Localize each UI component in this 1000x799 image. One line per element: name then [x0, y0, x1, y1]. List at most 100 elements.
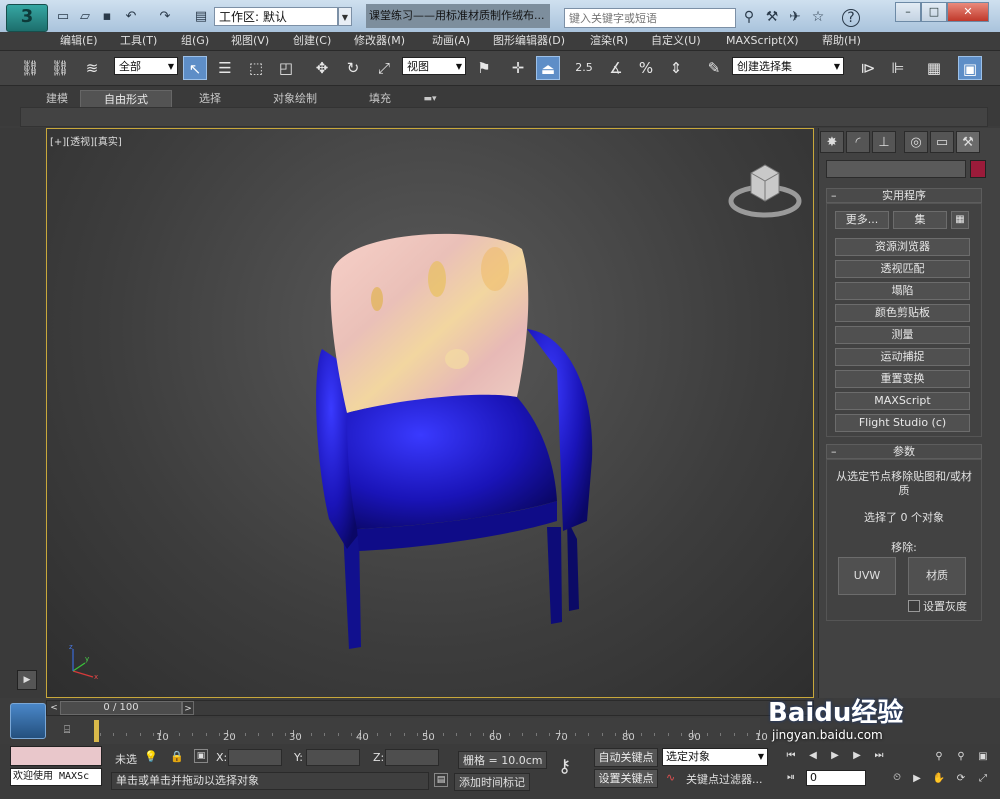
maximize-viewport-icon[interactable]: ⤢ — [974, 770, 992, 788]
object-color-swatch[interactable] — [970, 160, 986, 178]
view-cube-icon[interactable] — [727, 159, 803, 223]
modify-tab-icon[interactable]: ◜ — [846, 131, 870, 153]
field-of-view-icon[interactable]: ▶ — [908, 770, 926, 788]
select-manipulate-icon[interactable]: ✛ — [506, 56, 530, 80]
create-tab-icon[interactable]: ✸ — [820, 131, 844, 153]
select-object-icon[interactable]: ↖ — [183, 56, 207, 80]
pivot-center-icon[interactable]: ⚑ — [472, 56, 496, 80]
select-and-scale-icon[interactable]: ⤢ — [372, 56, 396, 80]
more-button[interactable]: 更多... — [835, 211, 889, 229]
orbit-icon[interactable]: ⟳ — [952, 770, 970, 788]
key-filters-button[interactable]: 关键点过滤器... — [686, 771, 763, 787]
spinner-snap-icon[interactable]: ⇕ — [664, 56, 688, 80]
tab-object-paint[interactable]: 对象绘制 — [266, 90, 324, 108]
configure-buttons-icon[interactable]: ▦ — [951, 211, 969, 229]
communication-icon[interactable]: ✈ — [786, 9, 804, 26]
expand-panel-icon[interactable]: ▶ — [17, 670, 37, 690]
go-to-start-icon[interactable]: ⏮ — [782, 747, 800, 765]
hierarchy-tab-icon[interactable]: ⊥ — [872, 131, 896, 153]
current-frame-field[interactable]: 0 — [806, 770, 866, 786]
minimize-window-button[interactable]: – — [895, 2, 921, 22]
motion-tab-icon[interactable]: ◎ — [904, 131, 928, 153]
favorites-star-icon[interactable]: ☆ — [809, 9, 827, 26]
project-folder-icon[interactable]: ▤ — [192, 8, 210, 25]
perspective-viewport[interactable]: z y x — [46, 128, 814, 698]
tab-selection[interactable]: 选择 — [190, 90, 230, 108]
key-mode-icon[interactable]: ⚷ — [558, 756, 571, 777]
keyboard-shortcut-override-icon[interactable]: ⏏ — [536, 56, 560, 80]
parameters-rollout-header[interactable]: – 参数 — [826, 444, 982, 459]
menu-animation[interactable]: 动画(A) — [432, 32, 470, 50]
maximize-window-button[interactable]: □ — [921, 2, 947, 22]
lock-selection-icon[interactable]: 🔒 — [170, 750, 184, 763]
y-coord-field[interactable] — [306, 749, 360, 766]
object-name-field[interactable] — [826, 160, 966, 178]
window-crossing-icon[interactable]: ◰ — [274, 56, 298, 80]
utilities-tab-icon[interactable]: ⚒ — [956, 131, 980, 153]
rectangular-selection-icon[interactable]: ⬚ — [244, 56, 268, 80]
select-and-link-icon[interactable]: ⛓ — [18, 56, 42, 80]
play-animation-icon[interactable]: ▶ — [826, 747, 844, 765]
absolute-mode-icon[interactable]: ▣ — [194, 749, 208, 763]
menu-rendering[interactable]: 渲染(R) — [590, 32, 628, 50]
selection-filter-dropdown[interactable]: 全部 — [114, 57, 178, 76]
workspace-selector[interactable]: 工作区: 默认 — [214, 7, 338, 26]
auto-key-button[interactable]: 自动关键点 — [594, 748, 658, 767]
z-coord-field[interactable] — [385, 749, 439, 766]
utility-color-clipboard-button[interactable]: 颜色剪贴板 — [835, 304, 970, 322]
menu-views[interactable]: 视图(V) — [231, 32, 269, 50]
utility-maxscript-button[interactable]: MAXScript — [835, 392, 970, 410]
menu-customize[interactable]: 自定义(U) — [651, 32, 701, 50]
maxscript-listener-field[interactable] — [10, 746, 102, 766]
edit-named-selection-icon[interactable]: ✎ — [702, 56, 726, 80]
new-file-icon[interactable]: ▭ — [54, 8, 72, 25]
utility-collapse-button[interactable]: 塌陷 — [835, 282, 970, 300]
time-slider-thumb[interactable]: 0 / 100 — [60, 701, 182, 715]
time-configuration-icon[interactable]: ⏲ — [888, 769, 906, 787]
mirror-icon[interactable]: ⧐ — [856, 56, 880, 80]
zoom-extents-icon[interactable]: ▣ — [974, 748, 992, 766]
curve-editor-icon[interactable]: ⌸ — [56, 720, 78, 740]
menu-modifiers[interactable]: 修改器(M) — [354, 32, 405, 50]
chevron-down-icon[interactable]: ▼ — [338, 7, 352, 26]
redo-icon[interactable]: ↷ — [156, 8, 174, 25]
select-and-move-icon[interactable]: ✥ — [310, 56, 334, 80]
utility-measure-button[interactable]: 测量 — [835, 326, 970, 344]
bind-space-warp-icon[interactable]: ≋ — [80, 56, 104, 80]
layer-manager-icon[interactable]: ▣ — [958, 56, 982, 80]
time-tag-icon[interactable]: ▤ — [434, 773, 448, 787]
zoom-icon[interactable]: ⚲ — [930, 748, 948, 766]
prev-frame-icon[interactable]: < — [48, 701, 60, 715]
close-window-button[interactable]: ✕ — [947, 2, 989, 22]
app-menu-button[interactable]: 3 — [6, 4, 48, 32]
ribbon-options-icon[interactable]: ▬▾ — [418, 90, 442, 108]
display-tab-icon[interactable]: ▭ — [930, 131, 954, 153]
utility-flight-studio-button[interactable]: Flight Studio (c) — [835, 414, 970, 432]
utility-reset-xform-button[interactable]: 重置变换 — [835, 370, 970, 388]
save-icon[interactable]: ▪ — [98, 8, 116, 25]
next-frame-icon[interactable]: > — [182, 701, 194, 715]
x-coord-field[interactable] — [228, 749, 282, 766]
utility-perspective-match-button[interactable]: 透视匹配 — [835, 260, 970, 278]
next-key-icon[interactable]: ▶ — [848, 747, 866, 765]
binoculars-icon[interactable]: ⚲ — [740, 9, 758, 26]
undo-icon[interactable]: ↶ — [122, 8, 140, 25]
maxscript-mini-icon[interactable] — [10, 703, 46, 739]
key-target-dropdown[interactable]: 选定对象 — [662, 748, 768, 766]
open-file-icon[interactable]: ▱ — [76, 8, 94, 25]
percent-snap-icon[interactable]: % — [634, 56, 658, 80]
select-by-name-icon[interactable]: ☰ — [213, 56, 237, 80]
help-icon[interactable]: ? — [842, 9, 860, 27]
named-selection-sets-dropdown[interactable]: 创建选择集 — [732, 57, 844, 76]
maxscript-welcome-field[interactable]: 欢迎使用 MAXSc — [10, 768, 102, 786]
set-key-button[interactable]: 设置关键点 — [594, 769, 658, 788]
tab-populate[interactable]: 填充 — [360, 90, 400, 108]
utilities-rollout-header[interactable]: – 实用程序 — [826, 188, 982, 203]
grayscale-checkbox[interactable] — [908, 600, 920, 612]
reference-coordinate-dropdown[interactable]: 视图 — [402, 57, 466, 76]
snaps-toggle-icon[interactable]: 2.5 — [572, 56, 596, 80]
current-frame-marker[interactable] — [94, 720, 99, 742]
menu-help[interactable]: 帮助(H) — [822, 32, 861, 50]
angle-snap-icon[interactable]: ∡ — [604, 56, 628, 80]
menu-graph-editors[interactable]: 图形编辑器(D) — [493, 32, 565, 50]
